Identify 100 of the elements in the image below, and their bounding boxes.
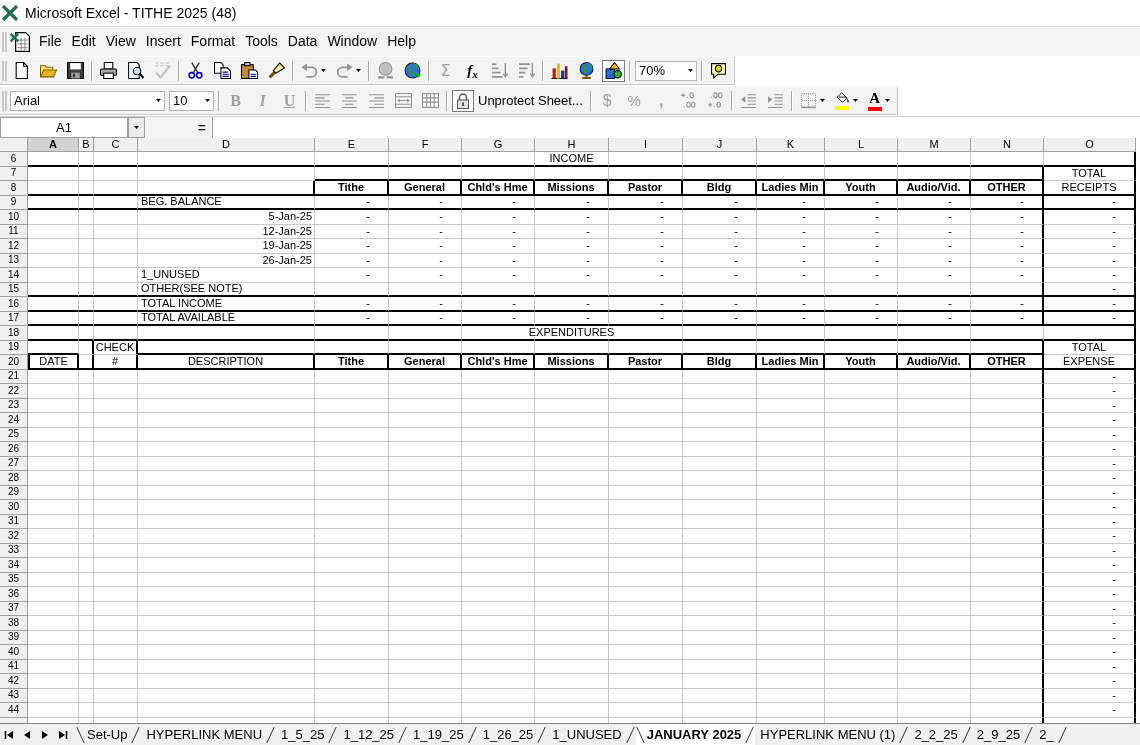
copy-button[interactable] — [211, 59, 234, 82]
menu-item[interactable]: Insert — [140, 29, 186, 54]
column-header[interactable]: C — [94, 138, 138, 152]
column-header[interactable]: E — [315, 138, 389, 152]
row-header[interactable]: 40 — [0, 645, 28, 660]
row-header[interactable]: 32 — [0, 529, 28, 544]
column-header[interactable]: N — [971, 138, 1044, 152]
web-toolbar-button[interactable] — [401, 59, 424, 82]
row-header[interactable]: 42 — [0, 674, 28, 689]
column-header[interactable]: J — [683, 138, 757, 152]
insert-function-button[interactable]: f$_{x}$ — [461, 59, 484, 82]
font-color-button[interactable]: A — [864, 89, 893, 112]
heading-cell: OTHER — [971, 181, 1044, 196]
row-header[interactable]: 18 — [0, 326, 28, 341]
amount-cell: - — [971, 195, 1044, 210]
column-header[interactable]: A — [28, 138, 79, 152]
row-header[interactable]: 36 — [0, 587, 28, 602]
row-header[interactable]: 6 — [0, 152, 28, 167]
font-name-field[interactable]: Arial — [10, 90, 165, 111]
column-header[interactable]: M — [898, 138, 971, 152]
drawing-button[interactable] — [602, 59, 625, 82]
align-left-icon — [314, 92, 331, 109]
select-all-button[interactable] — [0, 138, 28, 152]
amount-cell: - — [462, 268, 535, 283]
sheet-tab[interactable]: Set-Up — [76, 724, 142, 745]
edit-formula-button[interactable]: = — [194, 118, 209, 137]
align-center-icon — [341, 92, 358, 109]
column-header[interactable]: H — [535, 138, 609, 152]
speech-bubble-icon — [710, 62, 727, 79]
amount-cell: - — [535, 224, 609, 239]
column-header[interactable]: I — [609, 138, 683, 152]
menu-item[interactable]: Data — [282, 29, 323, 54]
save-button[interactable] — [64, 59, 87, 82]
paste-button[interactable] — [238, 59, 261, 82]
total-cell: - — [1044, 587, 1136, 602]
triangle-left-icon — [22, 729, 32, 740]
row-header[interactable]: 12 — [0, 239, 28, 254]
grip-icon[interactable] — [2, 59, 7, 82]
row-header[interactable]: 8 — [0, 181, 28, 196]
heading-cell: Youth — [825, 355, 898, 370]
sheet-tab[interactable]: 1_26_25 — [477, 724, 548, 745]
font-size-field[interactable]: 10 — [169, 90, 214, 111]
grip-icon[interactable] — [2, 30, 7, 53]
column-header[interactable]: D — [138, 138, 315, 152]
row-header[interactable]: 26 — [0, 442, 28, 457]
sheet-tab[interactable]: JANUARY 2025 — [635, 724, 756, 745]
row-header[interactable]: 30 — [0, 500, 28, 515]
zoom-field[interactable]: 70% — [635, 60, 697, 81]
merge-cells-icon — [395, 92, 412, 109]
total-cell: - — [1044, 500, 1136, 515]
column-header[interactable]: B — [79, 138, 94, 152]
amount-cell: - — [757, 195, 825, 210]
row-header[interactable]: 20 — [0, 355, 28, 370]
heading-cell: Bldg — [683, 181, 757, 196]
row-header[interactable]: 28 — [0, 471, 28, 486]
row-header[interactable]: 44 — [0, 703, 28, 718]
workbook-icon[interactable] — [10, 31, 30, 52]
amount-cell: - — [389, 268, 462, 283]
name-box-dropdown-button[interactable] — [128, 117, 145, 138]
column-header[interactable]: K — [757, 138, 825, 152]
row-header[interactable]: 24 — [0, 413, 28, 428]
triangle-right-icon — [40, 729, 50, 740]
amount-cell: - — [825, 195, 898, 210]
row-header[interactable]: 38 — [0, 616, 28, 631]
column-header[interactable]: O — [1044, 138, 1136, 152]
total-cell: - — [1044, 514, 1136, 529]
row-header[interactable]: 34 — [0, 558, 28, 573]
printer-icon — [100, 62, 117, 79]
protect-sheet-button[interactable]: Unprotect Sheet... — [452, 89, 586, 112]
column-header[interactable]: L — [825, 138, 898, 152]
row-header[interactable]: 16 — [0, 297, 28, 312]
label-cell: 19-Jan-25 — [138, 239, 315, 254]
formula-field[interactable] — [212, 117, 1140, 138]
grip-icon[interactable] — [2, 89, 7, 112]
menu-item[interactable]: Tools — [240, 29, 283, 54]
menu-item[interactable]: Format — [185, 29, 241, 54]
row-header[interactable]: 10 — [0, 210, 28, 225]
caret-icon — [156, 99, 161, 102]
menu-item[interactable]: Help — [382, 29, 421, 54]
bar-chart-icon — [551, 62, 568, 79]
label-cell: 5-Jan-25 — [138, 210, 315, 225]
tick-icon — [154, 62, 171, 79]
column-header[interactable]: G — [462, 138, 535, 152]
amount-cell: - — [462, 311, 535, 326]
heading-cell: Pastor — [609, 355, 683, 370]
total-cell: - — [1044, 195, 1136, 210]
heading-cell: Tithe — [315, 181, 389, 196]
menu-item[interactable]: File — [34, 29, 67, 54]
menu-item[interactable]: Window — [322, 29, 383, 54]
amount-cell: - — [825, 253, 898, 268]
name-box-field[interactable]: A1 — [0, 117, 128, 138]
amount-cell: - — [315, 195, 389, 210]
amount-cell: - — [535, 210, 609, 225]
amount-cell: - — [971, 224, 1044, 239]
print-button[interactable] — [97, 59, 120, 82]
menu-item[interactable]: View — [100, 29, 141, 54]
column-header[interactable]: F — [389, 138, 462, 152]
row-header[interactable]: 14 — [0, 268, 28, 283]
row-header[interactable]: 22 — [0, 384, 28, 399]
menu-item[interactable]: Edit — [66, 29, 101, 54]
